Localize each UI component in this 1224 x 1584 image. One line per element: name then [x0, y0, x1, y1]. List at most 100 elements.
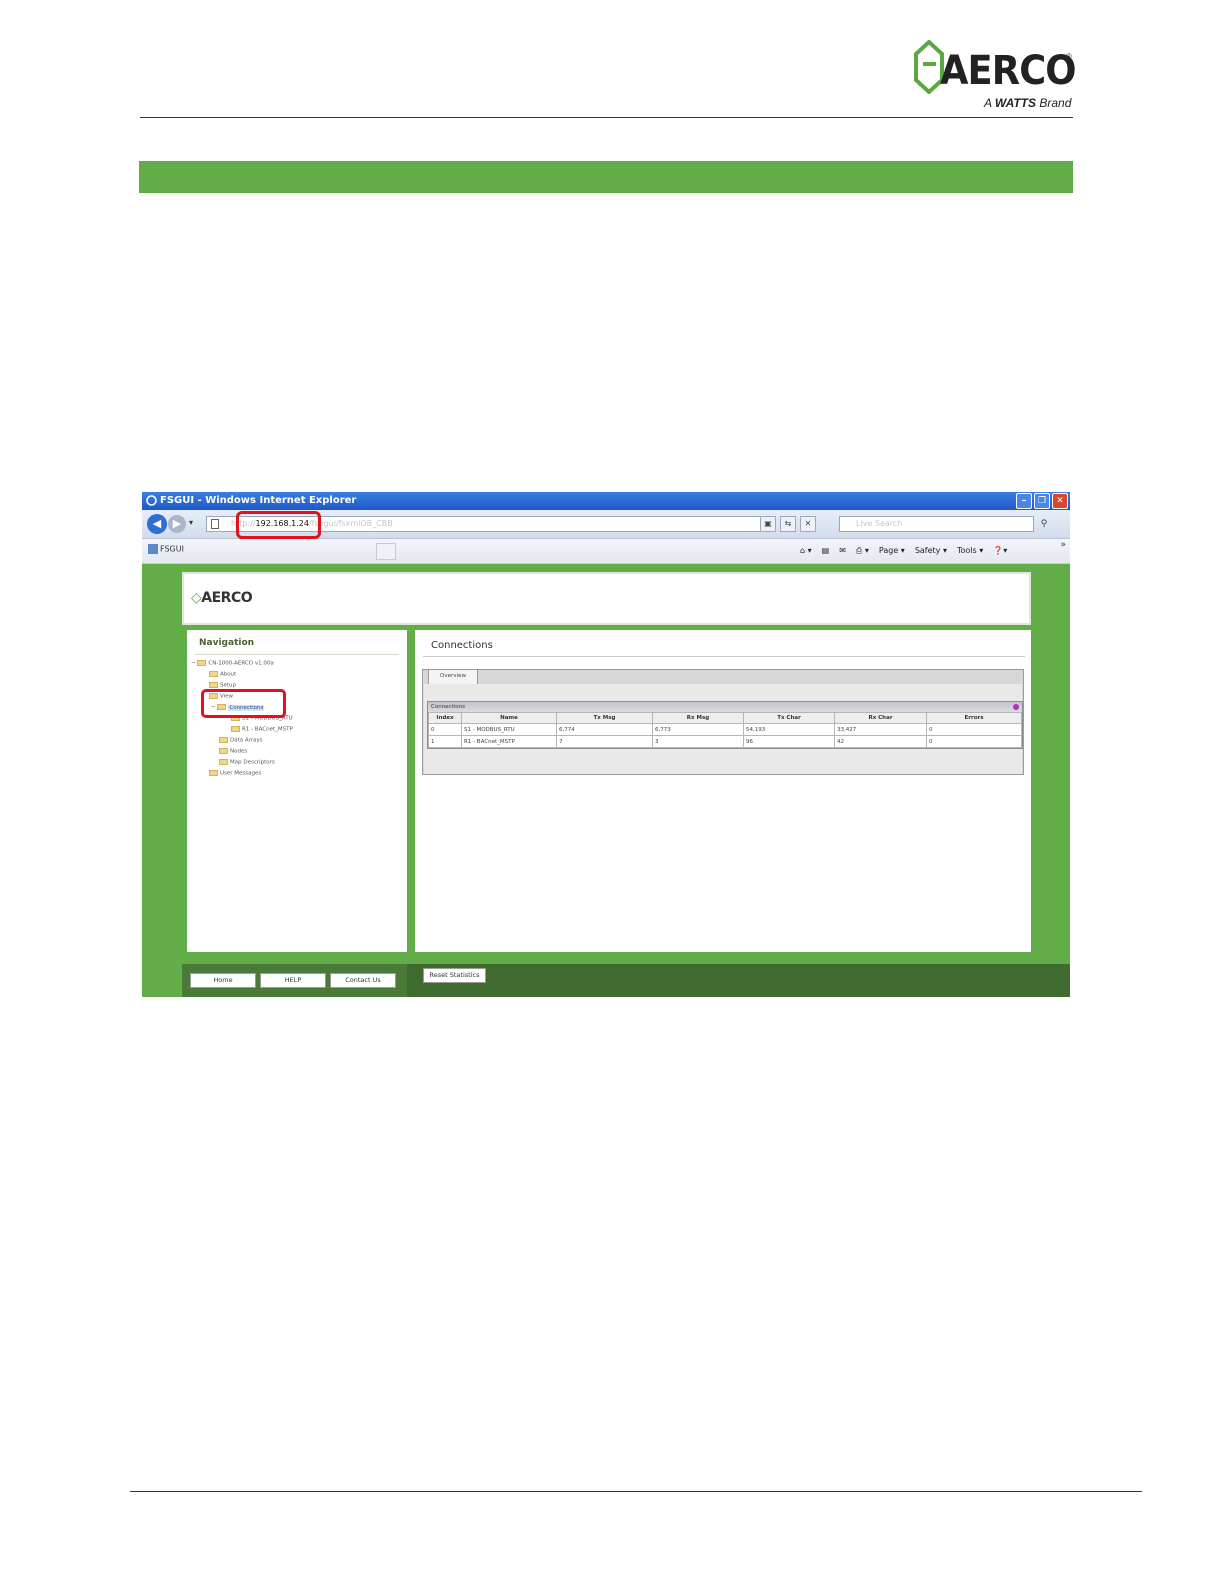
contact-us-button[interactable]: Contact Us	[330, 973, 396, 988]
tree-item-label: R1 - BACnet_MSTP	[242, 726, 293, 733]
address-suffix: /fsegui/fsxmlOB_CBB	[308, 519, 393, 528]
folder-icon	[219, 748, 228, 754]
table-cell: 1	[428, 735, 462, 748]
tagline-suffix: Brand	[1039, 96, 1072, 110]
footer-rule	[130, 1491, 1142, 1492]
tree-item-r1-bacnet[interactable]: R1 - BACnet_MSTP	[231, 726, 293, 733]
navigation-panel: Navigation − CN-1000-AERCO v1.00a About …	[187, 630, 407, 952]
logo-registered: ®	[1066, 52, 1072, 61]
table-row[interactable]: 1 R1 - BACnet_MSTP 7 3 96 42 0	[428, 735, 1022, 748]
tab-overview[interactable]: Overview	[428, 669, 478, 684]
safety-menu[interactable]: Safety ▾	[915, 546, 947, 556]
page-icon	[211, 519, 219, 529]
tree-item-label: CN-1000-AERCO v1.00a	[208, 660, 274, 667]
navigation-title: Navigation	[199, 638, 255, 648]
ie-icon	[146, 495, 157, 506]
home-icon[interactable]: ⌂ ▾	[800, 546, 812, 556]
logo-wordmark: AERCO	[940, 48, 1077, 94]
table-cell: 0	[428, 723, 462, 736]
home-button[interactable]: Home	[190, 973, 256, 988]
grid-caption: Connections	[428, 702, 1022, 712]
favicon-icon	[148, 544, 158, 554]
command-bar: FSGUI ⌂ ▾ ▤ ✉ ⎙ ▾ Page ▾ Safety ▾ Tools …	[142, 539, 1070, 564]
tree-item-about[interactable]: About	[209, 671, 236, 678]
reset-statistics-button[interactable]: Reset Statistics	[423, 968, 486, 983]
table-cell: 96	[743, 735, 835, 748]
connections-highlight-box	[201, 689, 286, 718]
column-header[interactable]: Tx Char	[743, 712, 835, 724]
tree-item-setup[interactable]: Setup	[209, 682, 236, 689]
table-cell: 54,193	[743, 723, 835, 736]
table-cell: 0	[926, 735, 1022, 748]
folder-icon	[209, 682, 218, 688]
tagline-brand: WATTS	[994, 96, 1037, 110]
tree-item-label: Setup	[220, 682, 237, 689]
compatibility-icon[interactable]: ▣	[760, 516, 776, 532]
connections-grid: Connections Index Name Tx Msg Rx Msg Tx …	[427, 701, 1023, 749]
read-mail-icon[interactable]: ✉	[839, 546, 846, 556]
column-header[interactable]: Rx Char	[834, 712, 927, 724]
new-tab-button[interactable]	[376, 543, 396, 560]
connections-table: Index Name Tx Msg Rx Msg Tx Char Rx Char…	[428, 712, 1022, 748]
search-icon[interactable]: ⚲	[1037, 516, 1051, 532]
app-header: ◇AERCO	[182, 572, 1031, 625]
table-cell: 6,774	[556, 723, 653, 736]
column-header[interactable]: Rx Msg	[652, 712, 744, 724]
browser-title-bar: FSGUI - Windows Internet Explorer – ❐ ✕	[142, 492, 1070, 510]
tree-item-user-messages[interactable]: User Messages	[209, 770, 261, 777]
column-header[interactable]: Errors	[926, 712, 1022, 724]
history-dropdown-icon[interactable]: ▾	[189, 518, 193, 527]
address-tools: ▣ ⇆ ✕	[760, 516, 816, 532]
feeds-icon[interactable]: ▤	[822, 546, 830, 556]
table-cell: 3	[652, 735, 744, 748]
logo-tagline: A WATTS Brand	[984, 96, 1071, 110]
table-cell: 6,773	[652, 723, 744, 736]
browser-tab[interactable]: FSGUI	[148, 544, 184, 554]
folder-icon	[197, 660, 207, 666]
tree-item-data-arrays[interactable]: Data Arrays	[219, 737, 263, 744]
back-icon[interactable]: ◀	[147, 514, 167, 534]
column-header[interactable]: Name	[461, 712, 557, 724]
table-cell: 33,427	[834, 723, 927, 736]
tree-item-map-descriptors[interactable]: Map Descriptors	[219, 759, 275, 766]
close-icon[interactable]: ✕	[1052, 493, 1068, 509]
tree-item-label: Nodes	[230, 748, 248, 755]
fsgui-screenshot: FSGUI - Windows Internet Explorer – ❐ ✕ …	[142, 492, 1070, 997]
tree-item-nodes[interactable]: Nodes	[219, 748, 247, 755]
help-button[interactable]: HELP	[260, 973, 326, 988]
tree-item-label: User Messages	[220, 770, 262, 777]
ip-highlight-box	[236, 511, 321, 539]
grid-caption-text: Connections	[431, 704, 465, 710]
command-items: ⌂ ▾ ▤ ✉ ⎙ ▾ Page ▾ Safety ▾ Tools ▾ ❓▾	[800, 546, 1007, 556]
app-logo-mark-icon: ◇	[191, 590, 202, 606]
tools-menu[interactable]: Tools ▾	[957, 546, 983, 556]
forward-icon[interactable]: ▶	[168, 515, 186, 533]
collapse-icon[interactable]	[1013, 704, 1019, 710]
tree-item-root[interactable]: − CN-1000-AERCO v1.00a	[191, 660, 274, 667]
table-cell: 0	[926, 723, 1022, 736]
tab-body: Connections Index Name Tx Msg Rx Msg Tx …	[424, 684, 1023, 774]
search-input[interactable]: Live Search	[839, 516, 1034, 532]
browser-tab-label: FSGUI	[160, 544, 184, 554]
column-header[interactable]: Tx Msg	[556, 712, 653, 724]
minimize-icon[interactable]: –	[1016, 493, 1032, 509]
folder-icon	[209, 770, 218, 776]
aerco-logo: AERCO ® A WATTS Brand	[914, 40, 1077, 112]
folder-icon	[231, 726, 240, 732]
footer-nav-area: Home HELP Contact Us	[182, 964, 407, 997]
more-chevron-icon[interactable]: »	[1060, 540, 1066, 550]
page-menu[interactable]: Page ▾	[879, 546, 905, 556]
table-row[interactable]: 0 S1 - MODBUS_RTU 6,774 6,773 54,193 33,…	[428, 723, 1022, 736]
folder-icon	[209, 671, 218, 677]
table-cell: R1 - BACnet_MSTP	[461, 735, 557, 748]
app-logo-text: AERCO	[201, 590, 253, 606]
main-divider	[423, 656, 1025, 657]
navigation-divider	[195, 654, 399, 655]
refresh-icon[interactable]: ⇆	[780, 516, 796, 532]
restore-icon[interactable]: ❐	[1034, 493, 1050, 509]
column-header[interactable]: Index	[428, 712, 462, 724]
stop-icon[interactable]: ✕	[800, 516, 816, 532]
help-menu-icon[interactable]: ❓▾	[993, 546, 1007, 556]
table-cell: 7	[556, 735, 653, 748]
print-icon[interactable]: ⎙ ▾	[856, 546, 869, 556]
